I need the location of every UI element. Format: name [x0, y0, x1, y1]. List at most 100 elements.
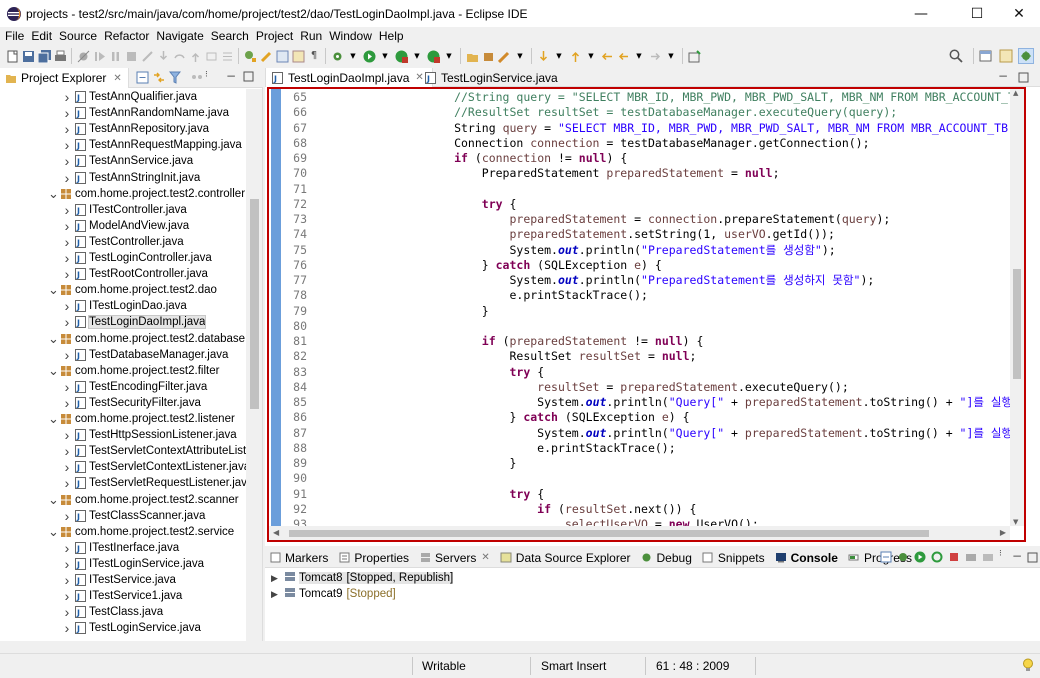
open-perspective-icon[interactable] [979, 49, 993, 63]
file-itestloginservice-java[interactable]: › J ITestLoginService.java [62, 556, 204, 572]
minimize-view-icon[interactable]: − [1012, 549, 1022, 563]
tab-servers[interactable]: Servers ✕ [419, 551, 490, 565]
file-itestcontroller-java[interactable]: › J ITestController.java [62, 202, 187, 218]
drop-to-frame-icon[interactable] [204, 49, 218, 63]
previous-annotation-icon[interactable] [568, 49, 582, 63]
tip-lightbulb-icon[interactable] [1022, 658, 1034, 676]
minimize-view-icon[interactable]: − [226, 69, 236, 83]
save-icon[interactable] [21, 49, 35, 63]
code-line[interactable]: 74 preparedStatement.setString(1, userVO… [269, 227, 835, 242]
chevron-right-icon[interactable]: › [62, 153, 72, 169]
code-line[interactable]: 83 try { [269, 365, 544, 380]
code-line[interactable]: 66 //ResultSet resultSet = testDatabaseM… [269, 105, 897, 120]
maximize-view-icon[interactable] [243, 71, 254, 85]
word-wrap-icon[interactable] [291, 49, 305, 63]
terminate-icon[interactable] [124, 49, 138, 63]
code-line[interactable]: 68 Connection connection = testDatabaseM… [269, 136, 869, 151]
maximize-button[interactable]: ☐ [954, 0, 1000, 27]
minimize-view-icon[interactable]: − [998, 69, 1008, 83]
chevron-down-icon[interactable]: ⌄ [48, 282, 59, 298]
chevron-down-icon[interactable]: ▼ [584, 49, 598, 63]
show-whitespace-icon[interactable]: ¶ [307, 49, 321, 63]
close-icon[interactable]: ✕ [113, 73, 121, 84]
chevron-right-icon[interactable]: › [62, 250, 72, 266]
use-step-filters-icon[interactable] [220, 49, 234, 63]
editor-vertical-scrollbar[interactable]: ▲ ▼ [1010, 89, 1024, 526]
code-line[interactable]: 79 } [269, 304, 489, 319]
chevron-right-icon[interactable]: › [62, 395, 72, 411]
package-com-home-project-test2-controller[interactable]: ⌄ com.home.project.test2.controller [48, 186, 245, 202]
menu-file[interactable]: File [5, 29, 24, 43]
editor-horizontal-scrollbar[interactable]: ◀ ▶ [269, 526, 1010, 540]
step-return-icon[interactable] [188, 49, 202, 63]
tree-scrollbar[interactable] [246, 89, 262, 641]
file-testannrequestmapping-java[interactable]: › J TestAnnRequestMapping.java [62, 137, 242, 153]
menu-source[interactable]: Source [59, 29, 97, 43]
chevron-right-icon[interactable]: › [62, 89, 72, 105]
tab-testloginservice[interactable]: J TestLoginService.java [419, 68, 566, 87]
code-line[interactable]: 73 preparedStatement = connection.prepar… [269, 212, 890, 227]
chevron-down-icon[interactable]: ⌄ [48, 363, 59, 379]
chevron-down-icon[interactable]: ⌄ [48, 524, 59, 540]
scroll-down-icon[interactable]: ▼ [1013, 518, 1018, 526]
chevron-right-icon[interactable]: ▶ [271, 589, 281, 600]
package-com-home-project-test2-filter[interactable]: ⌄ com.home.project.test2.filter [48, 363, 219, 379]
tab-testlogindaoimpl[interactable]: J TestLoginDaoImpl.java ✕ [265, 68, 433, 87]
menu-navigate[interactable]: Navigate [156, 29, 203, 43]
file-testservletrequestlistener-java[interactable]: › J TestServletRequestListener.java [62, 475, 247, 491]
file-testlogindaoimpl-java[interactable]: › J TestLoginDaoImpl.java [62, 314, 207, 330]
menu-help[interactable]: Help [379, 29, 404, 43]
resume-icon[interactable] [92, 49, 106, 63]
code-line[interactable]: 90 [269, 471, 371, 486]
tab-project-explorer[interactable]: Project Explorer ✕ [0, 68, 129, 88]
chevron-right-icon[interactable]: › [62, 475, 72, 491]
suspend-icon[interactable] [108, 49, 122, 63]
code-line[interactable]: 91 try { [269, 487, 544, 502]
minimize-button[interactable]: — [898, 0, 944, 27]
chevron-down-icon[interactable]: ▼ [346, 49, 360, 63]
view-menu-icon[interactable] [191, 71, 203, 87]
close-icon[interactable]: ✕ [481, 552, 489, 563]
more-icon[interactable]: ⁝ [999, 549, 1002, 559]
chevron-down-icon[interactable]: ⌄ [48, 331, 59, 347]
toggle-block-selection-icon[interactable] [275, 49, 289, 63]
file-testannrepository-java[interactable]: › J TestAnnRepository.java [62, 121, 209, 137]
menu-refactor[interactable]: Refactor [104, 29, 149, 43]
chevron-down-icon[interactable]: ▼ [552, 49, 566, 63]
chevron-right-icon[interactable]: › [62, 508, 72, 524]
chevron-right-icon[interactable]: › [62, 266, 72, 282]
code-line[interactable]: 67 String query = "SELECT MBR_ID, MBR_PW… [269, 121, 1010, 136]
file-itestservice-java[interactable]: › J ITestService.java [62, 572, 176, 588]
chevron-down-icon[interactable]: ▼ [410, 49, 424, 63]
code-line[interactable]: 85 System.out.println("Query[" + prepare… [269, 395, 1010, 410]
file-testlogincontroller-java[interactable]: › J TestLoginController.java [62, 250, 212, 266]
disconnect-icon[interactable] [982, 551, 994, 566]
code-line[interactable]: 84 resultSet = preparedStatement.execute… [269, 380, 849, 395]
tab-markers[interactable]: Markers [269, 551, 328, 565]
chevron-down-icon[interactable]: ⌄ [48, 492, 59, 508]
maximize-view-icon[interactable] [1027, 552, 1038, 566]
package-com-home-project-test2-database[interactable]: ⌄ com.home.project.test2.database [48, 331, 245, 347]
server-row-tomcat8[interactable]: ▶ Tomcat8 [Stopped, Republish] [271, 570, 454, 586]
run-icon[interactable] [362, 49, 376, 63]
chevron-right-icon[interactable]: › [62, 588, 72, 604]
package-com-home-project-test2-service[interactable]: ⌄ com.home.project.test2.service [48, 524, 234, 540]
code-line[interactable]: 72 try { [269, 197, 516, 212]
chevron-down-icon[interactable]: ▼ [378, 49, 392, 63]
server-row-tomcat9[interactable]: ▶ Tomcat9 [Stopped] [271, 586, 396, 602]
debug-gear-icon[interactable] [330, 49, 344, 63]
editor-hscroll-thumb[interactable] [289, 530, 929, 537]
save-all-icon[interactable] [37, 49, 51, 63]
chevron-down-icon[interactable]: ▼ [632, 49, 646, 63]
tree-scroll-thumb[interactable] [250, 199, 259, 409]
file-testannqualifier-java[interactable]: › J TestAnnQualifier.java [62, 89, 197, 105]
file-itestlogindao-java[interactable]: › J ITestLoginDao.java [62, 298, 187, 314]
code-line[interactable]: 93 selectUserVO = new UserVO(); [269, 517, 759, 526]
code-line[interactable]: 87 System.out.println("Query[" + prepare… [269, 426, 1010, 441]
file-testdatabasemanager-java[interactable]: › J TestDatabaseManager.java [62, 347, 229, 363]
coverage-icon[interactable] [394, 49, 408, 63]
code-line[interactable]: 78 e.printStackTrace(); [269, 288, 648, 303]
pin-editor-icon[interactable] [687, 49, 701, 63]
code-line[interactable]: 75 System.out.println("PreparedStatement… [269, 243, 836, 258]
chevron-right-icon[interactable]: › [62, 121, 72, 137]
